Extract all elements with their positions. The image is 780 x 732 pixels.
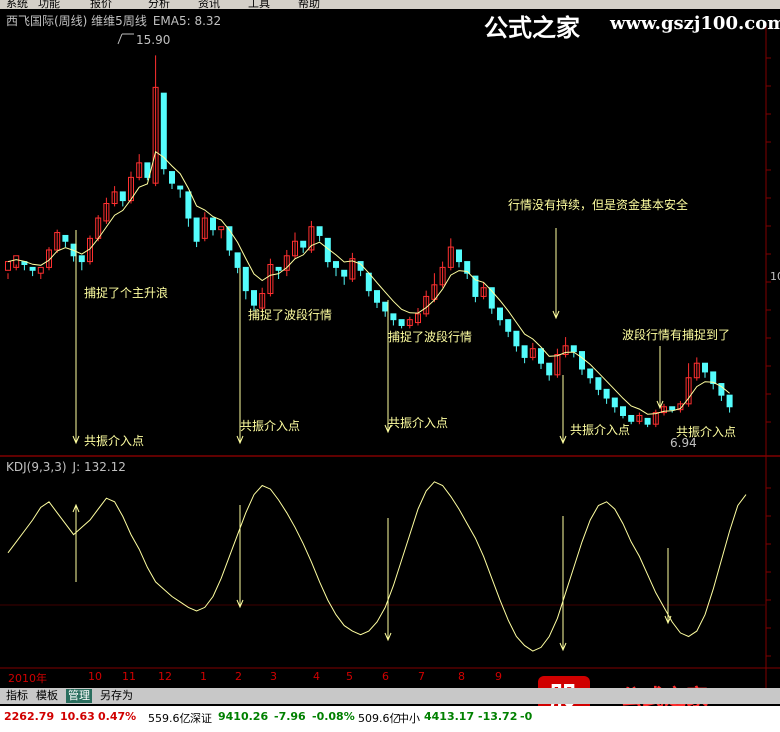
sz-index: 9410.26 [218, 710, 269, 723]
candle-body [546, 362, 553, 376]
candle-body [456, 249, 462, 263]
candle-body [497, 307, 503, 321]
month-label: 10 [88, 670, 102, 683]
entry-point-5: 共振介入点 [676, 425, 737, 439]
candle-body [505, 319, 512, 332]
candle-body [513, 330, 520, 347]
kdj-j-line [7, 481, 747, 652]
candle-body [333, 261, 339, 268]
month-label: 11 [122, 670, 136, 683]
candle-body [300, 240, 307, 248]
sh-change: 10.63 [60, 710, 95, 723]
month-label: 7 [418, 670, 425, 683]
chart-title: 西飞国际(周线) 维维5周线 EMA5: 8.32 [6, 14, 222, 28]
tab-indicator[interactable]: 指标 [4, 689, 30, 703]
watermark-url: www.gszj100.com [610, 13, 780, 34]
annotation-swing-1: 捕捉了波段行情 [248, 308, 333, 322]
candle-body [611, 397, 618, 408]
entry-point-2: 共振介入点 [240, 419, 301, 433]
entry-point-4: 共振介入点 [570, 423, 631, 437]
candle-body [669, 406, 676, 411]
candle-body [521, 345, 528, 358]
candle-body [603, 388, 610, 399]
candle-body [538, 348, 544, 364]
candle-body [587, 368, 594, 379]
month-label: 5 [346, 670, 353, 683]
month-label: 3 [270, 670, 277, 683]
tab-template[interactable]: 模板 [34, 689, 60, 703]
zx-percent: -0 [520, 710, 533, 723]
candle-body [570, 345, 577, 353]
candle-body [374, 290, 380, 303]
price-axis-label: 10 [770, 270, 780, 283]
candle-body [644, 417, 651, 425]
sh-volume: 559.6亿 [148, 712, 191, 725]
kdj-header: KDJ(9,3,3) J: 132.12 [6, 460, 126, 474]
sz-percent: -0.08% [312, 710, 355, 723]
candle-body [37, 266, 44, 274]
month-label: 4 [313, 670, 320, 683]
candle-body [5, 261, 11, 271]
candle-body [185, 191, 192, 219]
candle-body [702, 362, 708, 373]
zx-name: 中小 [398, 712, 420, 725]
tab-save-as[interactable]: 另存为 [98, 689, 135, 703]
candle-body [382, 301, 389, 312]
sz-volume: 509.6亿 [358, 712, 401, 725]
entry-point-1: 共振介入点 [84, 434, 145, 448]
candle-body [579, 351, 585, 370]
month-label: 12 [158, 670, 172, 683]
month-label: 6 [382, 670, 389, 683]
candle-body [218, 226, 225, 231]
sz-name: 深证 [190, 712, 212, 725]
watermark-url-bottom: www.gszj100.com [614, 708, 761, 726]
candle-body [316, 226, 323, 236]
candle-body [119, 191, 126, 202]
candle-body [193, 217, 200, 242]
sz-change: -7.96 [274, 710, 306, 723]
tab-manage[interactable]: 管理 [66, 689, 92, 703]
candle-body [242, 266, 249, 292]
candle-body [595, 377, 602, 390]
entry-point-3: 共振介入点 [388, 416, 449, 430]
candle-body [620, 406, 626, 416]
candle-body [177, 185, 184, 190]
candle-body [251, 290, 257, 306]
candle-body [365, 272, 372, 292]
high-price-label: 15.90 [136, 33, 171, 47]
candle-body [390, 313, 397, 321]
sh-percent: 0.47% [98, 710, 137, 723]
chart-window: 系统 功能 报价 分析 资讯 工具 帮助 西飞国际(周线) 维维5周线 EMA5:… [0, 0, 780, 732]
month-label: 8 [458, 670, 465, 683]
annotation-swing-3: 波段行情有捕捉到了 [622, 328, 731, 342]
candle-body [726, 394, 733, 408]
candle-body [275, 266, 282, 271]
candle-body [78, 255, 85, 263]
candle-body [234, 252, 241, 268]
candle-body [398, 319, 405, 326]
zx-index: 4413.17 [424, 710, 475, 723]
candle-body [210, 217, 216, 231]
annotation-no-follow: 行情没有持续，但是资金基本安全 [508, 198, 689, 212]
high-marker [117, 33, 123, 45]
month-label: 2010年 [8, 672, 47, 685]
month-label: 9 [495, 670, 502, 683]
watermark-brand: 公式之家 [484, 13, 580, 42]
candle-body [341, 269, 348, 277]
zx-change: -13.72 [478, 710, 518, 723]
sh-index: 2262.79 [4, 710, 55, 723]
annotation-main-wave: 捕捉了个主升浪 [84, 286, 169, 300]
candle-body [29, 266, 36, 271]
month-label: 2 [235, 670, 242, 683]
annotation-swing-2: 捕捉了波段行情 [388, 330, 473, 344]
candle-body [62, 234, 69, 242]
candle-body [169, 171, 175, 184]
month-label: 1 [200, 670, 207, 683]
